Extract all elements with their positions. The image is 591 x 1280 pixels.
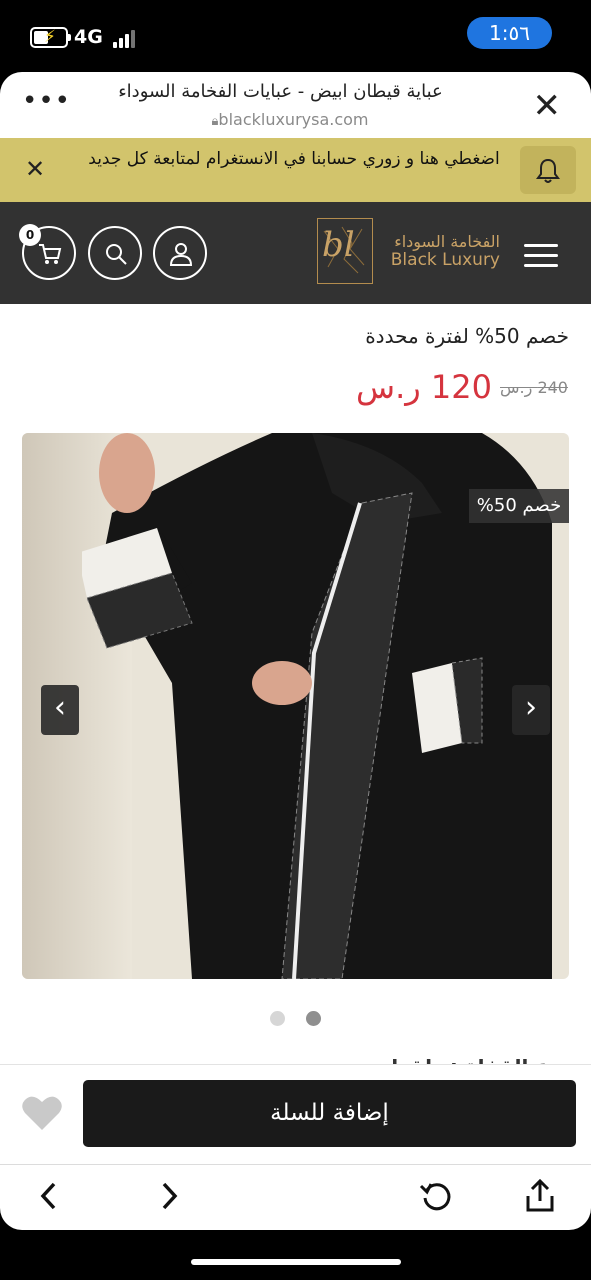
status-bar: ⚡ 4G 1:٥٦ (0, 0, 591, 72)
add-to-cart-button[interactable]: إضافة للسلة (83, 1080, 576, 1147)
logo-arabic-name: الفخامة السوداء (394, 232, 500, 251)
signal-icon (113, 30, 137, 48)
network-type: 4G (74, 26, 103, 48)
account-button[interactable] (153, 226, 207, 280)
closure-type-text: نوع القفلة : طقطق (340, 1052, 569, 1064)
gallery-dot-1[interactable] (270, 1011, 285, 1026)
search-button[interactable] (88, 226, 142, 280)
home-indicator[interactable] (191, 1259, 401, 1265)
bell-icon (536, 158, 560, 183)
forward-icon[interactable] (156, 1178, 182, 1214)
share-icon[interactable] (523, 1178, 557, 1214)
close-icon[interactable]: ✕ (533, 86, 562, 126)
browser-toolbar (0, 1164, 591, 1230)
gallery-dot-2[interactable] (306, 1011, 321, 1026)
back-icon[interactable] (36, 1178, 62, 1214)
gallery-prev-button[interactable]: ‹ (41, 685, 79, 735)
announcement-close-icon[interactable]: ✕ (25, 155, 45, 183)
battery-icon: ⚡ (30, 27, 71, 48)
status-time[interactable]: 1:٥٦ (467, 17, 552, 49)
discount-badge: خصم 50% (469, 489, 569, 523)
page-title: عباية قيطان ابيض - عبايات الفخامة السودا… (118, 81, 443, 102)
reload-icon[interactable] (418, 1178, 454, 1214)
browser-title-bar: ••• عباية قيطان ابيض - عبايات الفخامة ال… (0, 72, 591, 138)
search-icon (106, 244, 127, 265)
cart-count-badge: 0 (19, 224, 41, 246)
logo-monogram: bl (322, 225, 355, 265)
announcement-text[interactable]: اضغطي هنا و زوري حسابنا في الانستغرام لم… (80, 148, 508, 170)
store-header (0, 202, 591, 304)
logo-english-name: Black Luxury (390, 250, 500, 270)
page-url: 🔒︎blackluxurysa.com (211, 110, 369, 129)
bell-button[interactable] (520, 146, 576, 194)
announcement-bar[interactable]: ✕ اضغطي هنا و زوري حسابنا في الانستغرام … (0, 138, 591, 202)
sale-heading: خصم 50% لفترة محددة (365, 324, 569, 348)
old-price: 240 ر.س (500, 378, 568, 397)
user-icon (169, 243, 193, 266)
gallery-next-button[interactable]: › (512, 685, 550, 735)
more-dots-icon[interactable]: ••• (22, 88, 70, 114)
wishlist-heart-icon[interactable] (21, 1094, 63, 1132)
cart-icon (39, 244, 62, 264)
sale-price: 120 ر.س (356, 368, 492, 406)
menu-icon[interactable] (524, 244, 558, 268)
